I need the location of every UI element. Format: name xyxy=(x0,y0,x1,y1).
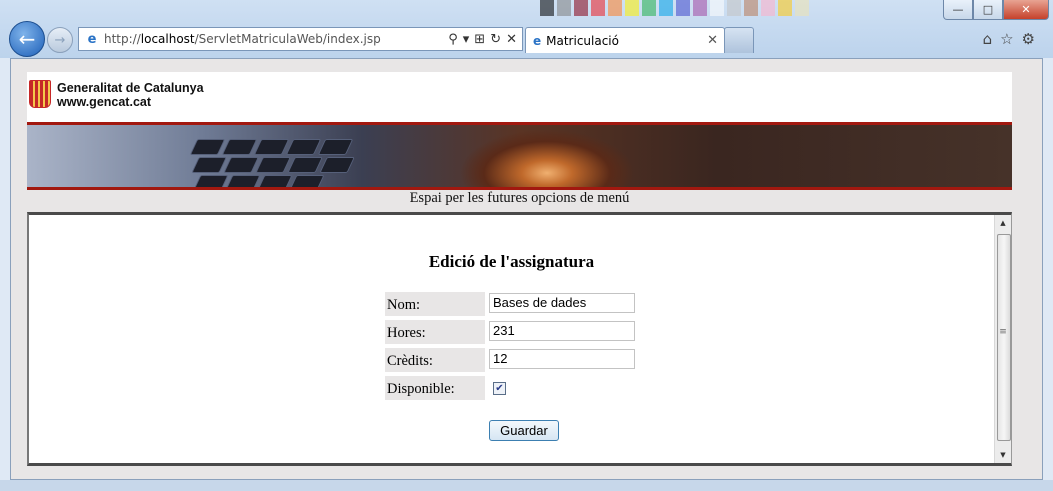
stop-icon[interactable]: ✕ xyxy=(506,32,517,47)
header-banner-image xyxy=(27,122,1012,190)
window-controls: — □ ✕ xyxy=(943,0,1049,20)
browser-chrome: — □ ✕ ← → e http://localhost/ServletMatr… xyxy=(0,0,1053,58)
forward-button[interactable]: → xyxy=(47,27,73,53)
nom-input[interactable]: Bases de dades xyxy=(489,293,635,313)
menu-placeholder: Espai per les futures opcions de menú xyxy=(409,190,630,206)
gencat-logo xyxy=(29,80,51,108)
header-org: Generalitat de Catalunya www.gencat.cat xyxy=(57,81,204,109)
tab-title: Matriculació xyxy=(546,33,619,48)
field-row-disponible: Disponible: ✔ xyxy=(385,376,506,400)
compatibility-view-icon[interactable]: ⊞ xyxy=(474,32,485,47)
credits-input[interactable]: 12 xyxy=(489,349,635,369)
org-name: Generalitat de Catalunya xyxy=(57,81,204,95)
star-icon[interactable]: ☆ xyxy=(1000,30,1013,48)
nom-label: Nom: xyxy=(385,292,485,316)
content-frame: Edició de l'assignatura Nom: Bases de da… xyxy=(27,212,1012,466)
org-url: www.gencat.cat xyxy=(57,95,152,109)
refresh-icon[interactable]: ↻ xyxy=(490,32,501,47)
ie-page-icon: e xyxy=(533,33,542,48)
form-title: Edició de l'assignatura xyxy=(428,252,595,271)
site-header: Generalitat de Catalunya www.gencat.cat xyxy=(27,72,1012,122)
vertical-scrollbar[interactable]: ▲ ≡ ▼ xyxy=(994,215,1011,463)
page-viewport: Generalitat de Catalunya www.gencat.cat … xyxy=(10,58,1043,480)
hores-label: Hores: xyxy=(385,320,485,344)
arrow-right-icon: → xyxy=(54,32,66,48)
gear-icon[interactable]: ⚙ xyxy=(1022,30,1035,48)
tab-matriculacio[interactable]: e Matriculació ✕ xyxy=(525,27,725,53)
scrollbar-thumb[interactable] xyxy=(997,234,1011,441)
close-tab-icon[interactable]: ✕ xyxy=(707,33,718,48)
scroll-down-icon[interactable]: ▼ xyxy=(995,447,1011,463)
minimize-button[interactable]: — xyxy=(943,0,973,20)
home-icon[interactable]: ⌂ xyxy=(983,30,993,48)
close-window-button[interactable]: ✕ xyxy=(1003,0,1049,20)
dropdown-arrow-icon[interactable]: ▾ xyxy=(463,32,470,47)
scroll-up-icon[interactable]: ▲ xyxy=(995,215,1011,231)
field-row-hores: Hores: 231 xyxy=(385,320,635,344)
ie-page-icon: e xyxy=(87,31,97,47)
keyboard-graphic xyxy=(133,131,421,187)
arrow-left-icon: ← xyxy=(18,27,36,51)
credits-label: Crèdits: xyxy=(385,348,485,372)
disponible-label: Disponible: xyxy=(385,376,485,400)
hores-input[interactable]: 231 xyxy=(489,321,635,341)
address-tools: ⚲ ▾ ⊞ ↻ ✕ xyxy=(448,32,517,47)
address-bar[interactable]: e http://localhost/ServletMatriculaWeb/i… xyxy=(78,27,523,51)
grip-icon: ≡ xyxy=(999,327,1007,337)
guardar-button[interactable]: Guardar xyxy=(489,420,559,441)
browser-toolbar-icons: ⌂ ☆ ⚙ xyxy=(983,30,1035,48)
background-palette xyxy=(540,0,880,22)
new-tab-button[interactable] xyxy=(724,27,754,53)
back-button[interactable]: ← xyxy=(9,21,45,57)
address-url[interactable]: http://localhost/ServletMatriculaWeb/ind… xyxy=(104,32,381,46)
field-row-nom: Nom: Bases de dades xyxy=(385,292,635,316)
status-bar xyxy=(0,480,1053,491)
disponible-checkbox[interactable]: ✔ xyxy=(493,382,506,395)
maximize-button[interactable]: □ xyxy=(973,0,1003,20)
field-row-credits: Crèdits: 12 xyxy=(385,348,635,372)
search-icon[interactable]: ⚲ xyxy=(448,32,458,47)
